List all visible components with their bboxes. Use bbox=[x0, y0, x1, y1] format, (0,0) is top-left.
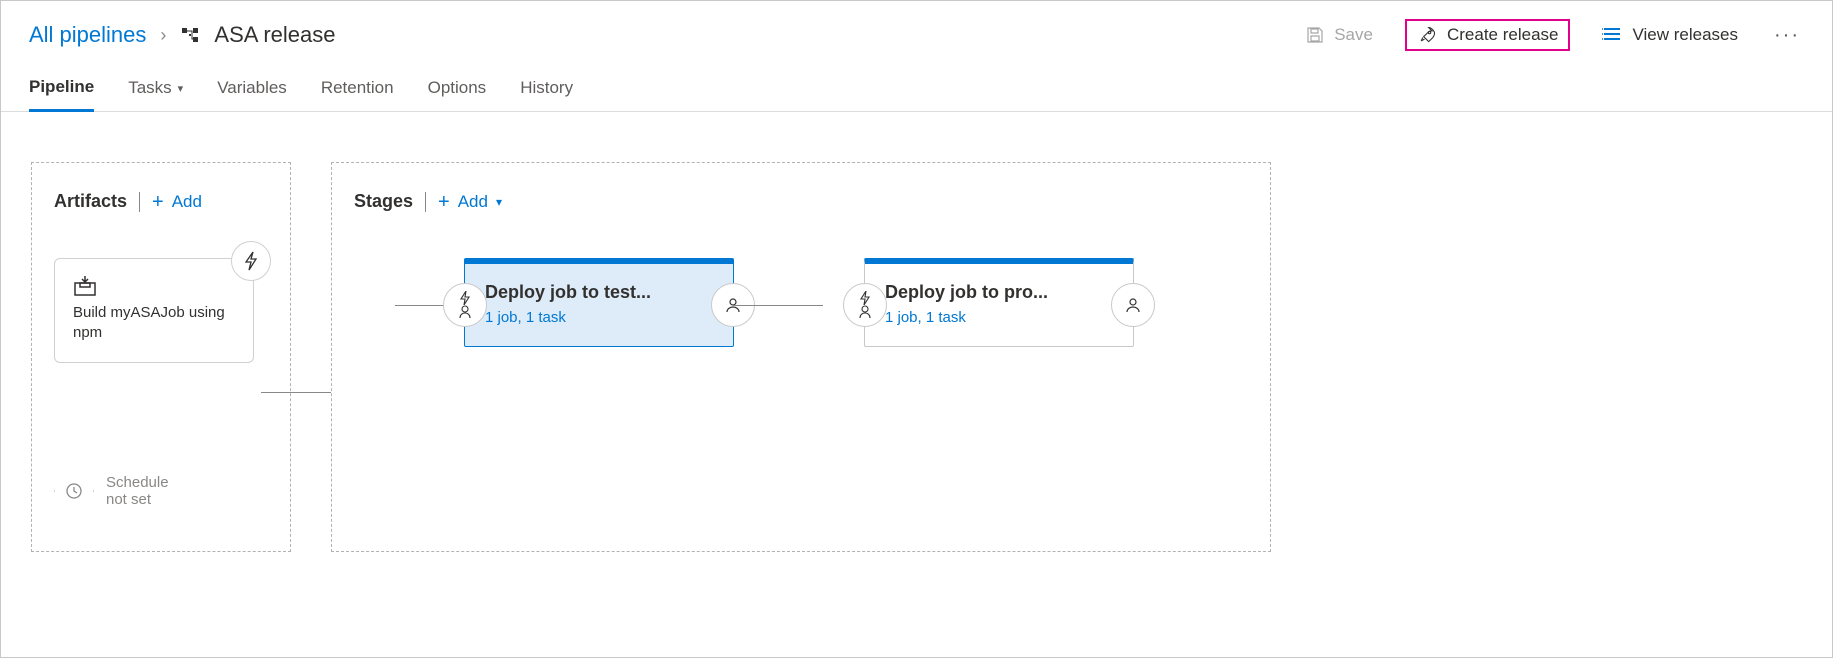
connector-line bbox=[733, 305, 823, 306]
person-icon bbox=[458, 305, 472, 319]
lightning-icon bbox=[459, 291, 471, 305]
pre-deploy-conditions-badge[interactable] bbox=[843, 283, 887, 327]
artifact-name: Build myASAJob using npm bbox=[73, 303, 235, 344]
person-icon bbox=[1125, 297, 1141, 313]
breadcrumb: All pipelines › ASA release bbox=[29, 22, 335, 48]
save-icon bbox=[1306, 26, 1324, 44]
divider bbox=[425, 192, 426, 212]
create-release-button[interactable]: Create release bbox=[1405, 19, 1571, 51]
chevron-down-icon: ▾ bbox=[178, 82, 184, 95]
pipeline-canvas: Artifacts + Add Build myASAJob using npm bbox=[1, 112, 1832, 602]
pre-deploy-conditions-badge[interactable] bbox=[443, 283, 487, 327]
create-release-label: Create release bbox=[1447, 25, 1559, 45]
schedule-line1: Schedule bbox=[106, 474, 169, 491]
header-actions: Save Create release View releases ··· bbox=[1298, 19, 1804, 51]
pipeline-icon bbox=[180, 25, 200, 45]
stages-panel: Stages + Add ▾ bbox=[331, 162, 1271, 552]
tab-tasks-label: Tasks bbox=[128, 78, 171, 98]
artifact-card[interactable]: Build myASAJob using npm bbox=[54, 258, 254, 363]
tab-history[interactable]: History bbox=[520, 72, 573, 110]
stage-job-link[interactable]: 1 job, 1 task bbox=[885, 309, 1113, 326]
save-button: Save bbox=[1298, 19, 1381, 51]
schedule-line2: not set bbox=[106, 491, 169, 508]
lightning-icon bbox=[859, 291, 871, 305]
rocket-icon bbox=[1417, 25, 1437, 45]
stage-job-link[interactable]: 1 job, 1 task bbox=[485, 309, 713, 326]
add-stage-button[interactable]: + Add ▾ bbox=[438, 192, 502, 212]
stage-name: Deploy job to pro... bbox=[885, 282, 1113, 303]
artifacts-title: Artifacts bbox=[54, 191, 127, 212]
person-icon bbox=[858, 305, 872, 319]
tab-variables[interactable]: Variables bbox=[217, 72, 287, 110]
lightning-icon bbox=[243, 251, 259, 271]
stage-card[interactable]: Deploy job to pro... 1 job, 1 task bbox=[864, 258, 1134, 347]
clock-icon bbox=[54, 471, 94, 511]
tab-options[interactable]: Options bbox=[428, 72, 487, 110]
chevron-right-icon: › bbox=[160, 25, 166, 46]
package-icon bbox=[73, 275, 235, 297]
breadcrumb-root-link[interactable]: All pipelines bbox=[29, 22, 146, 48]
artifacts-panel: Artifacts + Add Build myASAJob using npm bbox=[31, 162, 291, 552]
list-icon bbox=[1602, 26, 1622, 44]
stage-name: Deploy job to test... bbox=[485, 282, 713, 303]
plus-icon: + bbox=[152, 192, 164, 212]
tab-bar: Pipeline Tasks ▾ Variables Retention Opt… bbox=[1, 61, 1832, 112]
add-artifact-button[interactable]: + Add bbox=[152, 192, 202, 212]
add-stage-label: Add bbox=[458, 192, 488, 212]
tab-tasks[interactable]: Tasks ▾ bbox=[128, 72, 183, 110]
more-actions-button[interactable]: ··· bbox=[1770, 24, 1804, 47]
page-title: ASA release bbox=[214, 22, 335, 48]
view-releases-label: View releases bbox=[1632, 25, 1738, 45]
connector-line bbox=[261, 392, 331, 393]
stages-title: Stages bbox=[354, 191, 413, 212]
schedule-status[interactable]: Schedule not set bbox=[54, 471, 169, 511]
stage-card[interactable]: Deploy job to test... 1 job, 1 task bbox=[464, 258, 734, 347]
save-label: Save bbox=[1334, 25, 1373, 45]
tab-retention[interactable]: Retention bbox=[321, 72, 394, 110]
view-releases-button[interactable]: View releases bbox=[1594, 19, 1746, 51]
tab-pipeline[interactable]: Pipeline bbox=[29, 71, 94, 112]
artifact-trigger-badge[interactable] bbox=[231, 241, 271, 281]
chevron-down-icon: ▾ bbox=[496, 195, 502, 209]
plus-icon: + bbox=[438, 192, 450, 212]
divider bbox=[139, 192, 140, 212]
post-deploy-conditions-badge[interactable] bbox=[1111, 283, 1155, 327]
add-artifact-label: Add bbox=[172, 192, 202, 212]
